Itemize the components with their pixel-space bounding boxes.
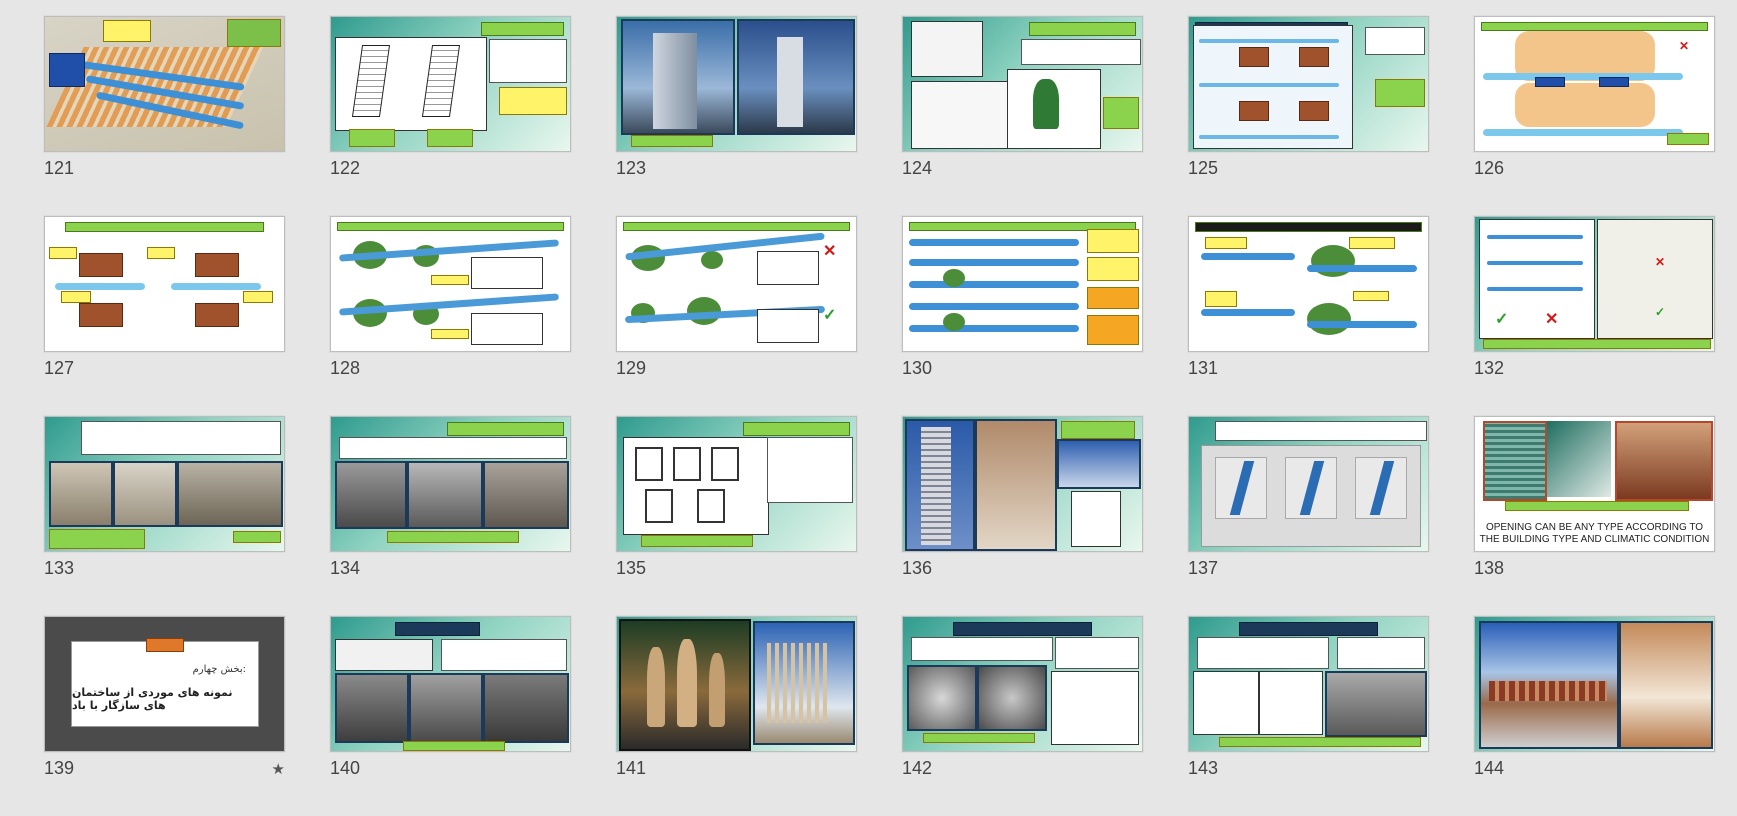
slide-thumbnail[interactable]: 134 — [330, 416, 571, 616]
slide-thumbnail[interactable]: 127 — [44, 216, 285, 416]
slide-preview — [902, 616, 1143, 752]
slide-number: 136 — [902, 558, 933, 578]
slide-thumbnail[interactable]: 144 — [1474, 616, 1715, 816]
slide-preview — [44, 416, 285, 552]
slide-thumbnail[interactable]: 123 — [616, 16, 857, 216]
slide-number: 133 — [44, 558, 75, 578]
slide-preview — [1188, 16, 1429, 152]
slide-number: 143 — [1188, 758, 1219, 778]
section-heading: نمونه های موردی از ساختمان های سازگار با… — [72, 686, 233, 712]
slide-number: 142 — [902, 758, 933, 778]
slide-thumbnail[interactable]: 128 — [330, 216, 571, 416]
slide-thumbnail[interactable]: 133 — [44, 416, 285, 616]
slide-thumbnail[interactable]: OPENING CAN BE ANY TYPE ACCORDING TO THE… — [1474, 416, 1715, 616]
slide-thumbnail[interactable]: 143 — [1188, 616, 1429, 816]
slide-number: 137 — [1188, 558, 1219, 578]
slide-number: 132 — [1474, 358, 1505, 378]
slide-thumbnail[interactable]: 137 — [1188, 416, 1429, 616]
slide-preview: ✓ ✕ ✕ ✓ — [1474, 216, 1715, 352]
slide-number: 134 — [330, 558, 361, 578]
slide-thumbnail[interactable]: 142 — [902, 616, 1143, 816]
slide-number: 130 — [902, 358, 933, 378]
slide-number: 126 — [1474, 158, 1505, 178]
slide-preview — [1188, 616, 1429, 752]
slide-number: 128 — [330, 358, 361, 378]
slide-preview — [616, 16, 857, 152]
slide-preview — [44, 16, 285, 152]
slide-thumbnail[interactable]: 131 — [1188, 216, 1429, 416]
slide-thumbnail[interactable]: 125 — [1188, 16, 1429, 216]
slide-thumbnail[interactable]: 122 — [330, 16, 571, 216]
slide-sorter-grid: 121 122 123 124 125 ✕ 126 127 128 ✕ ✓ 12… — [44, 16, 1715, 816]
slide-number: 124 — [902, 158, 933, 178]
slide-preview — [330, 216, 571, 352]
slide-preview — [1474, 616, 1715, 752]
slide-thumbnail[interactable]: بخش چهارم: نمونه های موردی از ساختمان ها… — [44, 616, 285, 816]
slide-preview — [902, 216, 1143, 352]
slide-preview: بخش چهارم: نمونه های موردی از ساختمان ها… — [44, 616, 285, 752]
slide-number: 122 — [330, 158, 361, 178]
slide-thumbnail[interactable]: 141 — [616, 616, 857, 816]
slide-thumbnail[interactable]: 121 — [44, 16, 285, 216]
slide-number: 127 — [44, 358, 75, 378]
slide-number: 121 — [44, 158, 75, 178]
slide-thumbnail[interactable]: 124 — [902, 16, 1143, 216]
slide-preview — [616, 616, 857, 752]
slide-preview — [44, 216, 285, 352]
slide-thumbnail[interactable]: 136 — [902, 416, 1143, 616]
section-title-card: بخش چهارم: نمونه های موردی از ساختمان ها… — [71, 638, 259, 727]
star-icon[interactable]: ★ — [272, 760, 285, 778]
slide-number: 135 — [616, 558, 647, 578]
slide-thumbnail[interactable]: ✕ ✓ 129 — [616, 216, 857, 416]
section-label: بخش چهارم: — [192, 664, 246, 675]
slide-number: 138 — [1474, 558, 1505, 578]
slide-thumbnail[interactable]: 135 — [616, 416, 857, 616]
slide-caption: OPENING CAN BE ANY TYPE ACCORDING TO THE… — [1479, 522, 1710, 545]
slide-number: 144 — [1474, 758, 1505, 778]
slide-number: 129 — [616, 358, 647, 378]
slide-preview — [1188, 216, 1429, 352]
slide-preview — [902, 416, 1143, 552]
slide-number: 139 — [44, 758, 75, 778]
slide-preview: ✕ — [1474, 16, 1715, 152]
slide-preview — [902, 16, 1143, 152]
slide-number: 123 — [616, 158, 647, 178]
slide-thumbnail[interactable]: ✓ ✕ ✕ ✓ 132 — [1474, 216, 1715, 416]
slide-preview: ✕ ✓ — [616, 216, 857, 352]
slide-thumbnail[interactable]: 140 — [330, 616, 571, 816]
slide-preview — [330, 16, 571, 152]
slide-number: 141 — [616, 758, 647, 778]
slide-thumbnail[interactable]: ✕ 126 — [1474, 16, 1715, 216]
slide-preview — [616, 416, 857, 552]
slide-preview — [330, 616, 571, 752]
slide-number: 131 — [1188, 358, 1219, 378]
slide-preview: OPENING CAN BE ANY TYPE ACCORDING TO THE… — [1474, 416, 1715, 552]
slide-preview — [330, 416, 571, 552]
slide-number: 125 — [1188, 158, 1219, 178]
slide-number: 140 — [330, 758, 361, 778]
slide-preview — [1188, 416, 1429, 552]
slide-thumbnail[interactable]: 130 — [902, 216, 1143, 416]
